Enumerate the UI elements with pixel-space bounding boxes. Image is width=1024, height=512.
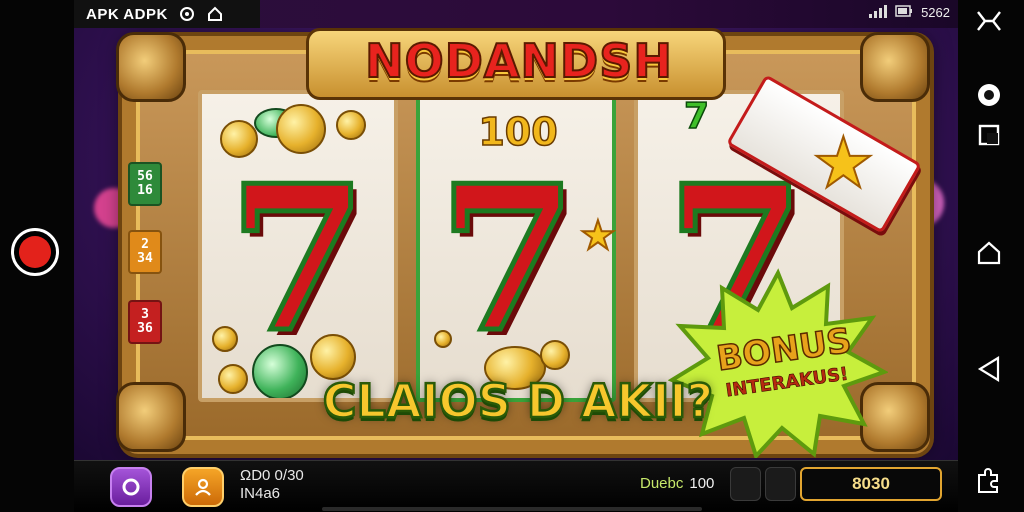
- screenshot-icon[interactable]: [972, 4, 1006, 38]
- frame-corner-ornament: [116, 382, 186, 452]
- screen: APK ADPK 5262 56 16 2 34 3 36 7 7 7 7 10…: [0, 0, 1024, 512]
- game-title: NODANDSH: [364, 33, 673, 89]
- bet-display[interactable]: Duebc 100: [640, 475, 714, 492]
- camera-icon[interactable]: [972, 78, 1006, 112]
- home-icon[interactable]: [972, 236, 1006, 270]
- frame-corner-ornament: [860, 32, 930, 102]
- reel-symbol-seven: 7: [435, 142, 579, 377]
- frame-corner-ornament: [116, 32, 186, 102]
- battery-icon: [895, 4, 913, 21]
- bet-value: 100: [689, 475, 715, 492]
- coin-icon: [218, 364, 248, 394]
- progress-track: [322, 507, 702, 511]
- side-badge-3[interactable]: 3 36: [128, 300, 162, 344]
- back-icon[interactable]: [972, 352, 1006, 386]
- coin-icon: [434, 330, 452, 348]
- coin-icon: [212, 326, 238, 352]
- star-icon: ★: [811, 122, 876, 204]
- bet-slots: [730, 467, 796, 501]
- bet-slot[interactable]: [765, 467, 796, 501]
- side-badge-label: 3 36: [137, 306, 153, 336]
- home-icon[interactable]: [206, 5, 224, 23]
- side-badge-2[interactable]: 2 34: [128, 230, 162, 274]
- coin-icon: [540, 340, 570, 370]
- info-line-2: IN4a6: [240, 485, 281, 502]
- settings-cycle-icon[interactable]: [178, 5, 196, 23]
- reel-symbol-seven: 7: [225, 142, 369, 377]
- puzzle-icon[interactable]: [972, 464, 1006, 498]
- side-badge-label: 56 16: [137, 168, 153, 198]
- user-icon: [195, 478, 211, 496]
- reel-1: 7: [198, 90, 398, 402]
- status-left: APK ADPK: [74, 0, 260, 28]
- bet-label: Duebc: [640, 475, 684, 492]
- signal-icon: [869, 4, 888, 21]
- coin-icon: [336, 110, 366, 140]
- bet-slot[interactable]: [730, 467, 761, 501]
- record-icon: [19, 236, 51, 268]
- status-bar: APK ADPK 5262: [74, 0, 958, 28]
- reel-payout-value: 100: [478, 109, 559, 155]
- bottom-bar: ΩD0 0/30 IN4a6 Duebc 100 8030: [74, 460, 958, 512]
- status-right: 5262: [869, 4, 950, 21]
- profile-button[interactable]: [182, 467, 224, 507]
- credit-display[interactable]: 8030: [800, 467, 942, 501]
- status-app-label: APK ADPK: [86, 5, 168, 23]
- star-icon: ★: [579, 213, 617, 259]
- side-badge-label: 2 34: [137, 236, 153, 266]
- claim-banner[interactable]: CLAIOS D AKII?: [298, 373, 738, 444]
- info-line-1: ΩD0 0/30: [240, 467, 304, 484]
- left-rail: [0, 0, 74, 512]
- menu-button[interactable]: [110, 467, 152, 507]
- side-badge-1[interactable]: 56 16: [128, 162, 162, 206]
- ring-icon: [122, 478, 140, 496]
- info-text: ΩD0 0/30 IN4a6: [240, 467, 304, 503]
- status-right-text: 5262: [921, 5, 950, 20]
- record-button[interactable]: [11, 228, 59, 276]
- navigation-rail: [958, 0, 1024, 512]
- square-icon[interactable]: [972, 118, 1006, 152]
- game-scene: 56 16 2 34 3 36 7 7 7 7 100 ★ ★ NODANDSH…: [74, 28, 958, 460]
- reel-top-symbol: 7: [683, 95, 710, 138]
